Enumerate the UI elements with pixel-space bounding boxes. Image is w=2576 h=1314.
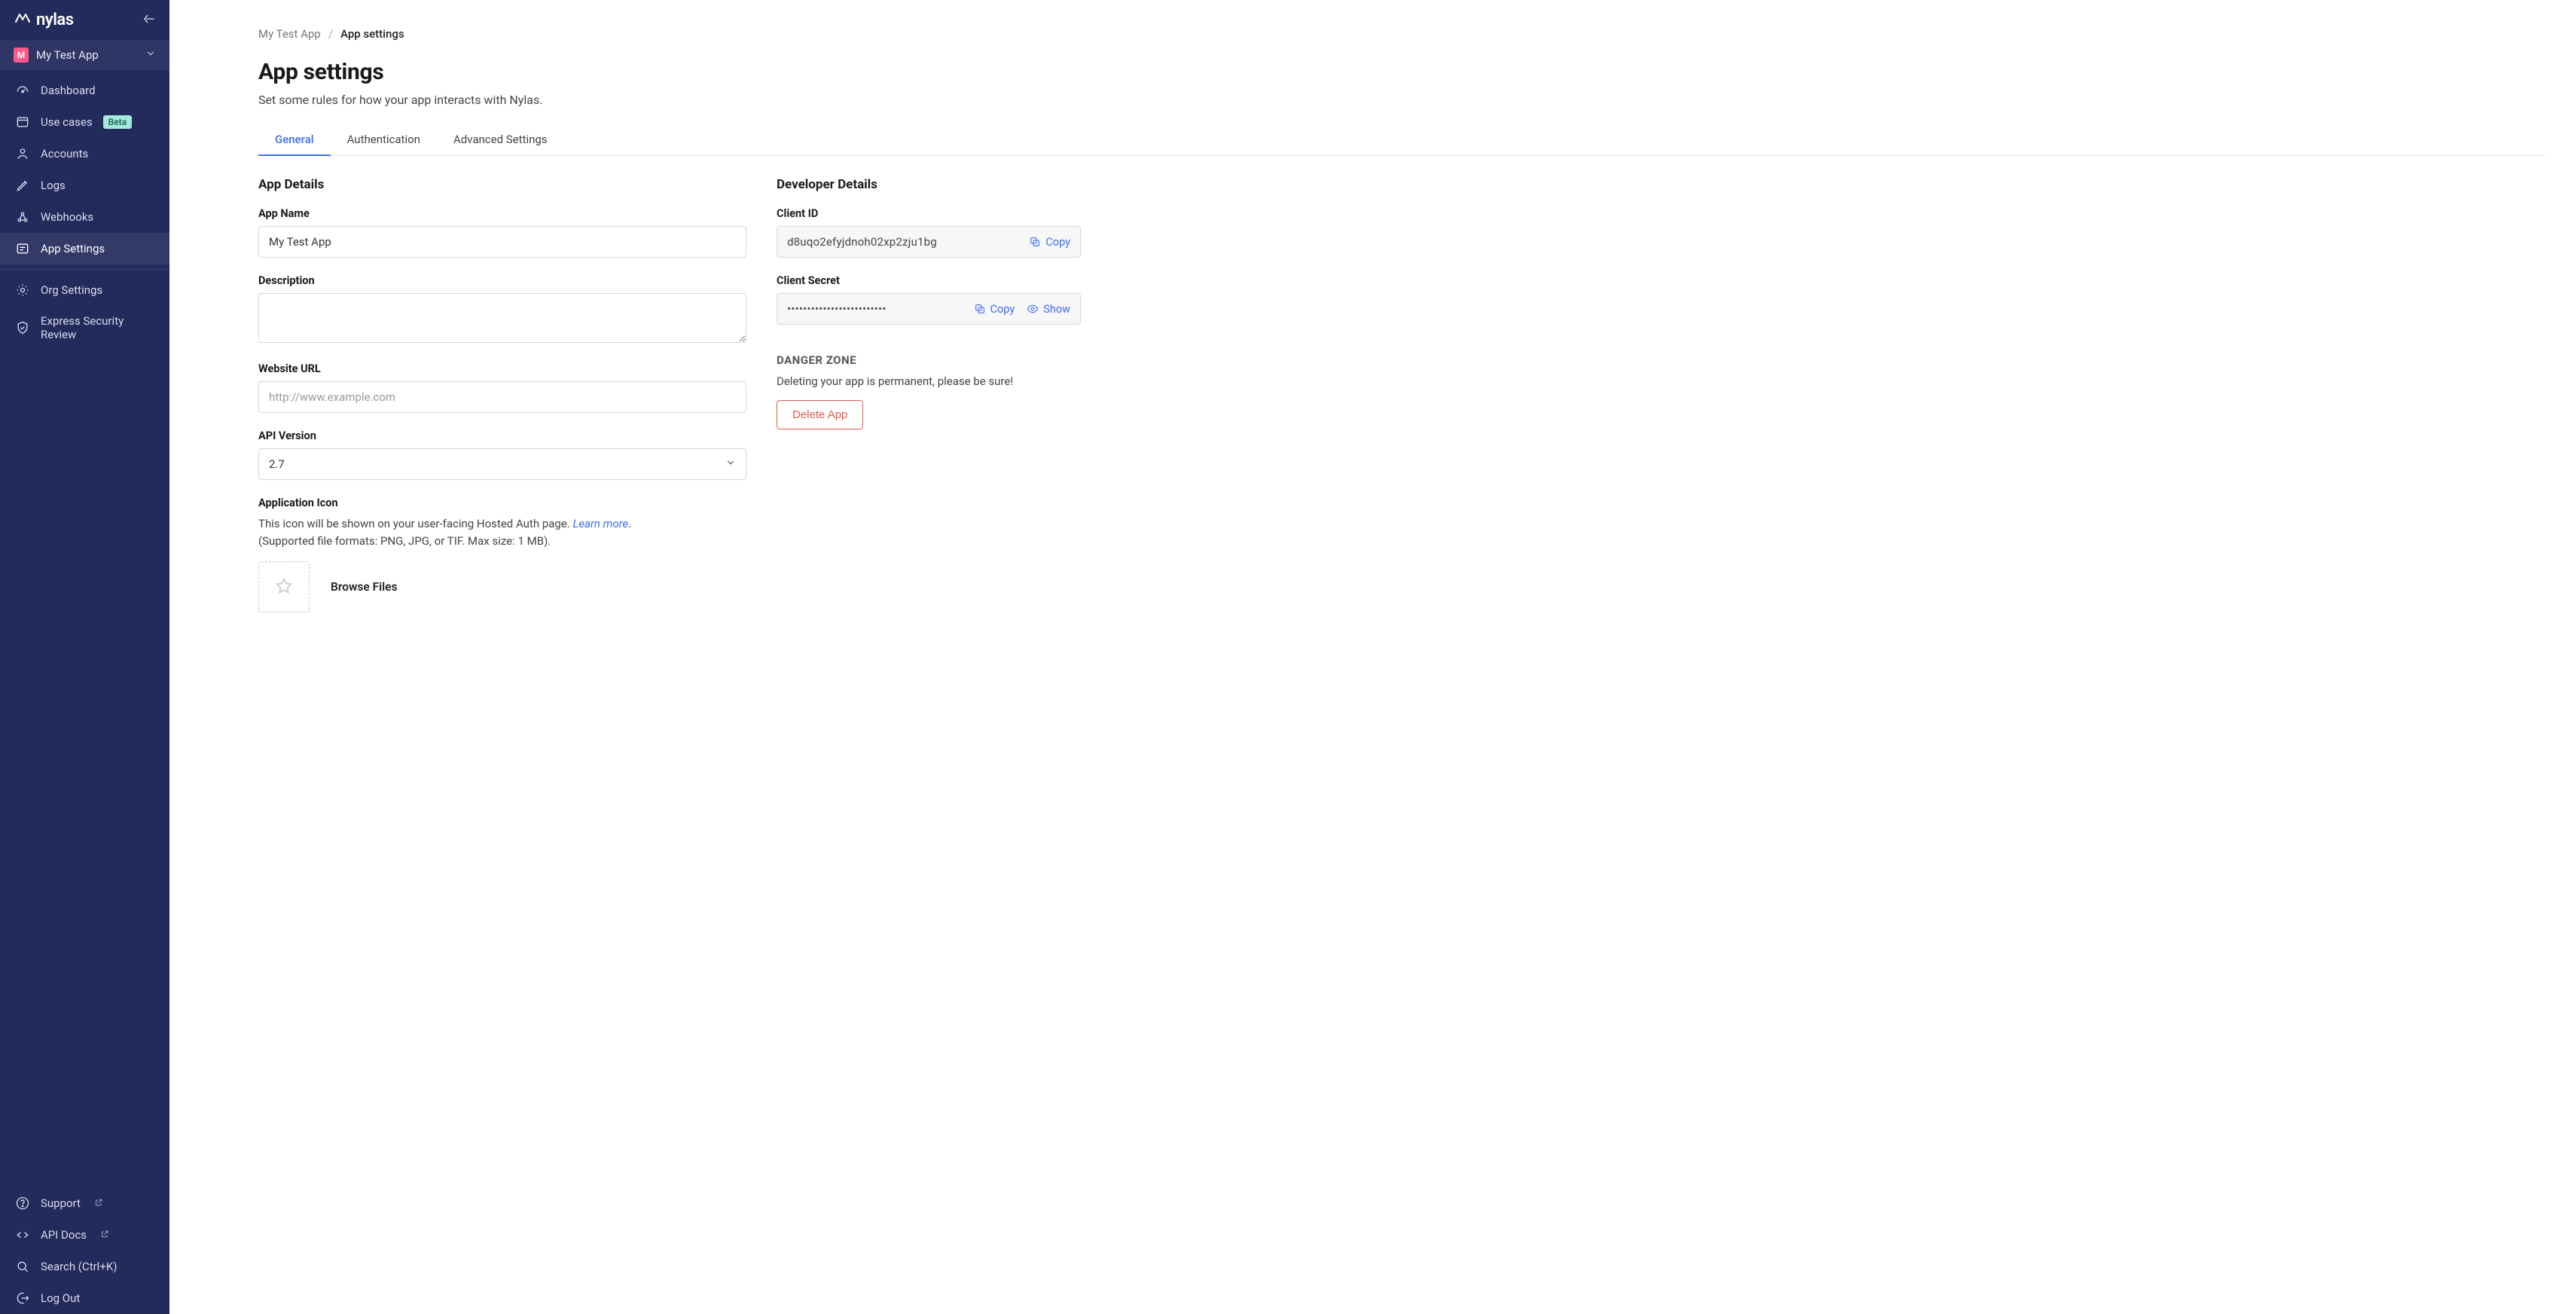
breadcrumb-parent[interactable]: My Test App: [258, 27, 321, 41]
sidebar-header: nylas: [0, 0, 169, 40]
nav-support[interactable]: Support: [0, 1187, 169, 1219]
sidebar: nylas M My Test App Dashboard Use cases …: [0, 0, 169, 1314]
window-icon: [15, 115, 30, 130]
nav-label: Use cases: [41, 115, 93, 129]
dev-details-heading: Developer Details: [777, 177, 1081, 192]
copy-icon: [974, 303, 986, 315]
breadcrumb: My Test App / App settings: [258, 27, 2546, 41]
nav-org-settings[interactable]: Org Settings: [0, 274, 169, 306]
website-input[interactable]: [258, 381, 746, 413]
api-version-select[interactable]: 2.7: [258, 448, 746, 480]
nav-accounts[interactable]: Accounts: [0, 138, 169, 170]
app-icon-label: Application Icon: [258, 497, 746, 509]
brand-logo[interactable]: nylas: [14, 11, 74, 29]
breadcrumb-current: App settings: [340, 27, 404, 41]
app-selector-name: My Test App: [36, 48, 138, 62]
copy-client-secret-button[interactable]: Copy: [974, 303, 1015, 316]
client-id-value: d8uqo2efyjdnoh02xp2zju1bg: [787, 235, 937, 249]
nav-label: Accounts: [41, 147, 88, 160]
nav-dashboard[interactable]: Dashboard: [0, 75, 169, 106]
main-content: My Test App / App settings App settings …: [169, 0, 2576, 1314]
nav-security-review[interactable]: Express Security Review: [0, 306, 169, 350]
nav-label: API Docs: [41, 1228, 87, 1242]
external-link-icon: [94, 1196, 103, 1210]
nav-label: Logs: [41, 179, 66, 192]
nav-footer: Support API Docs Search (Ctrl+K) Log Out: [0, 1183, 169, 1314]
nav-label: Log Out: [41, 1291, 80, 1305]
app-initial-badge: M: [14, 47, 29, 63]
description-label: Description: [258, 274, 746, 287]
page-subtitle: Set some rules for how your app interact…: [258, 93, 2546, 107]
copy-icon: [1029, 236, 1041, 248]
pencil-icon: [15, 178, 30, 193]
app-selector[interactable]: M My Test App: [0, 40, 169, 70]
brand-mark-icon: [14, 11, 32, 29]
learn-more-link[interactable]: Learn more: [572, 517, 628, 530]
app-icon-placeholder-icon: [273, 576, 295, 597]
website-label: Website URL: [258, 362, 746, 375]
app-name-input[interactable]: [258, 226, 746, 258]
nav-logout[interactable]: Log Out: [0, 1282, 169, 1314]
logout-icon: [15, 1291, 30, 1306]
danger-zone-heading: DANGER ZONE: [777, 353, 1081, 367]
nav-label: App Settings: [41, 242, 105, 255]
danger-zone-text: Deleting your app is permanent, please b…: [777, 374, 1081, 388]
client-secret-label: Client Secret: [777, 274, 1081, 287]
webhook-icon: [15, 209, 30, 225]
beta-badge: Beta: [103, 115, 133, 129]
brand-name: nylas: [36, 11, 74, 29]
search-icon: [15, 1259, 30, 1274]
shield-check-icon: [15, 320, 30, 335]
nav-label: Support: [41, 1196, 81, 1210]
client-id-label: Client ID: [777, 207, 1081, 220]
settings-panel-icon: [15, 241, 30, 256]
client-secret-box: ••••••••••••••••••••••••• Copy Show: [777, 293, 1081, 325]
nav-label: Express Security Review: [41, 314, 154, 341]
nav-logs[interactable]: Logs: [0, 170, 169, 201]
show-client-secret-button[interactable]: Show: [1027, 303, 1070, 316]
chevron-down-icon: [145, 48, 156, 62]
nav-use-cases[interactable]: Use cases Beta: [0, 106, 169, 138]
copy-client-id-button[interactable]: Copy: [1029, 236, 1070, 249]
collapse-icon: [142, 12, 156, 26]
gear-icon: [15, 283, 30, 298]
icon-placeholder[interactable]: [258, 561, 310, 613]
description-textarea[interactable]: [258, 293, 746, 343]
nav-search[interactable]: Search (Ctrl+K): [0, 1251, 169, 1282]
nav-label: Org Settings: [41, 283, 102, 297]
tab-authentication[interactable]: Authentication: [331, 125, 437, 155]
code-icon: [15, 1227, 30, 1242]
client-secret-value: •••••••••••••••••••••••••: [787, 302, 887, 316]
sidebar-collapse-button[interactable]: [142, 12, 156, 29]
tab-general[interactable]: General: [258, 125, 331, 155]
app-name-label: App Name: [258, 207, 746, 220]
nav-api-docs[interactable]: API Docs: [0, 1219, 169, 1251]
page-title: App settings: [258, 59, 2546, 85]
browse-files-button[interactable]: Browse Files: [331, 580, 397, 594]
nav-label: Webhooks: [41, 210, 93, 224]
external-link-icon: [100, 1228, 109, 1242]
nav-primary: Dashboard Use cases Beta Accounts Logs W…: [0, 70, 169, 264]
client-id-box: d8uqo2efyjdnoh02xp2zju1bg Copy: [777, 226, 1081, 258]
api-version-label: API Version: [258, 429, 746, 442]
nav-label: Search (Ctrl+K): [41, 1260, 117, 1273]
tab-advanced[interactable]: Advanced Settings: [437, 125, 564, 155]
help-icon: [15, 1196, 30, 1211]
user-icon: [15, 146, 30, 161]
eye-icon: [1027, 303, 1039, 315]
app-details-heading: App Details: [258, 177, 746, 192]
nav-webhooks[interactable]: Webhooks: [0, 201, 169, 233]
app-icon-helper: This icon will be shown on your user-fac…: [258, 515, 746, 551]
gauge-icon: [15, 83, 30, 98]
delete-app-button[interactable]: Delete App: [777, 400, 863, 429]
nav-secondary: Org Settings Express Security Review: [0, 269, 169, 350]
nav-app-settings[interactable]: App Settings: [0, 233, 169, 264]
app-details-column: App Details App Name Description Website…: [258, 177, 746, 629]
settings-tabs: General Authentication Advanced Settings: [258, 125, 2546, 156]
developer-details-column: Developer Details Client ID d8uqo2efyjdn…: [777, 177, 1081, 629]
breadcrumb-separator: /: [328, 27, 333, 41]
nav-label: Dashboard: [41, 84, 96, 97]
